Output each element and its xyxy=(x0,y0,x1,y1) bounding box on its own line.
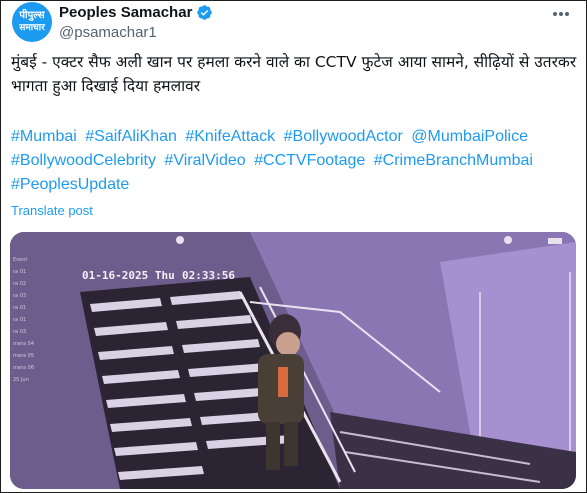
hashtag-link[interactable]: #SaifAliKhan xyxy=(85,128,177,145)
avatar-text-line2: समाचार xyxy=(19,23,45,33)
avatar-text-line1: पीपुल्स xyxy=(19,10,45,21)
author-handle[interactable]: @psamachar1 xyxy=(59,24,157,41)
side-menu-item: ra 01 xyxy=(13,305,27,311)
display-name[interactable]: Peoples Samachar xyxy=(59,4,192,21)
cctv-video-media[interactable]: 01-16-2025 Thu 02:33:56 Event ra 01 ra 0… xyxy=(10,232,576,489)
side-menu-item: mera 04 xyxy=(13,341,35,347)
more-dot xyxy=(553,12,557,16)
hashtag-link[interactable]: #CrimeBranchMumbai xyxy=(374,152,533,169)
cctv-date: 01-16-2025 xyxy=(82,269,149,282)
cctv-time: 02:33:56 xyxy=(182,269,235,282)
more-dot xyxy=(559,12,563,16)
hashtag-link[interactable]: #PeoplesUpdate xyxy=(11,176,129,193)
verified-badge-icon[interactable] xyxy=(196,4,213,21)
translate-post-link[interactable]: Translate post xyxy=(11,203,93,218)
side-menu-item: ra 03 xyxy=(13,329,27,335)
hashtag-link[interactable]: #ViralVideo xyxy=(164,152,245,169)
cctv-day: Thu xyxy=(154,269,175,282)
author-name-row: Peoples Samachar xyxy=(59,2,213,22)
hashtag-link[interactable]: #KnifeAttack xyxy=(185,128,275,145)
hashtag-list: #Mumbai #SaifAliKhan #KnifeAttack #Bolly… xyxy=(11,125,579,197)
hashtag-link[interactable]: #BollywoodCelebrity xyxy=(11,152,156,169)
side-menu-item: ra 01 xyxy=(13,269,27,275)
more-dot xyxy=(565,12,569,16)
side-menu-item: ra 02 xyxy=(13,281,27,287)
mention-link[interactable]: @MumbaiPolice xyxy=(411,128,528,145)
post-text: मुंबई - एक्टर सैफ अली खान पर हमला करने व… xyxy=(11,53,577,95)
cctv-side-menu: Event ra 01 ra 02 ra 03 ra 01 ra 01 ra 0… xyxy=(10,254,48,489)
more-options-icon[interactable] xyxy=(549,6,573,22)
side-menu-item: 25 Jun xyxy=(13,377,29,383)
side-menu-item: mera 05 xyxy=(13,353,35,359)
hashtag-link[interactable]: #Mumbai xyxy=(11,128,77,145)
hashtag-link[interactable]: #BollywoodActor xyxy=(284,128,403,145)
side-menu-item: mera 06 xyxy=(13,365,35,371)
side-menu-item: ra 03 xyxy=(13,293,27,299)
side-menu-item: Event xyxy=(13,257,28,263)
hashtag-link[interactable]: #CCTVFootage xyxy=(254,152,365,169)
avatar[interactable]: पीपुल्स समाचार xyxy=(12,2,52,42)
side-menu-item: ra 01 xyxy=(13,317,27,323)
